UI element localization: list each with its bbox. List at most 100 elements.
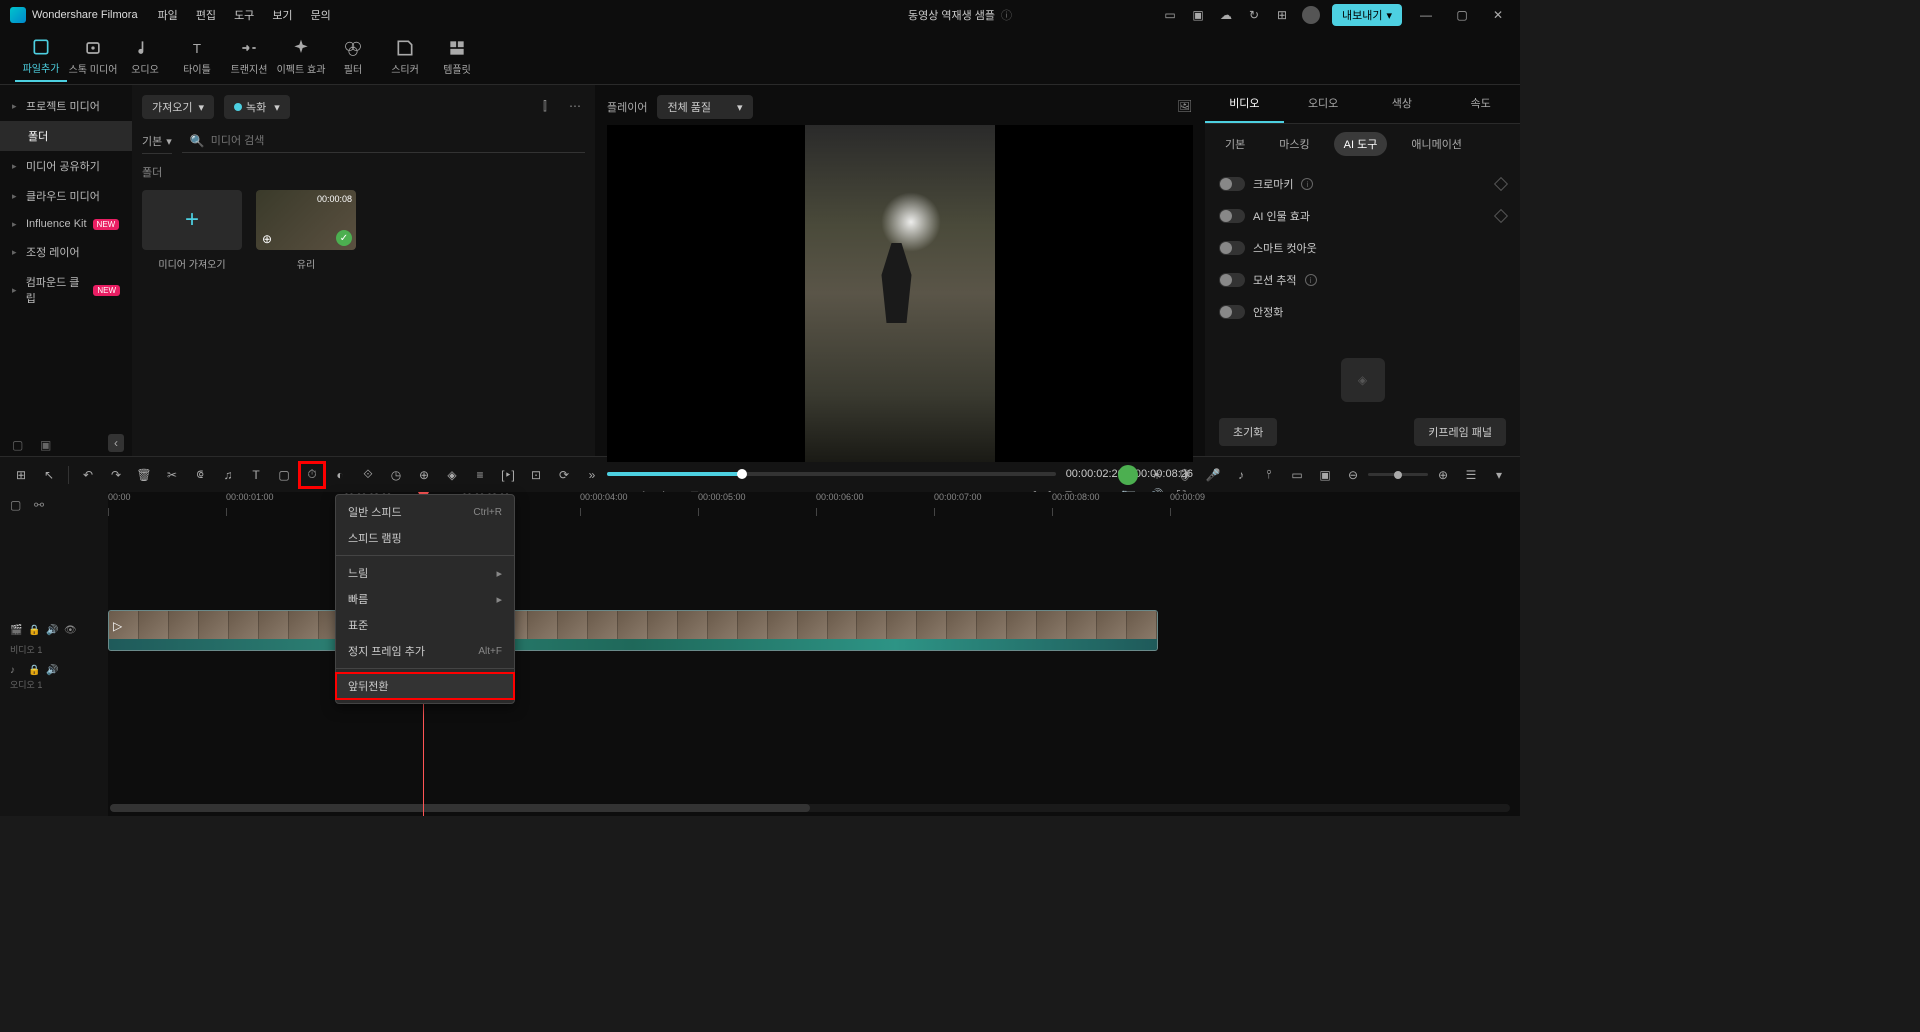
record-indicator[interactable] bbox=[1118, 465, 1138, 485]
collapse-sidebar[interactable]: ‹ bbox=[108, 434, 124, 452]
playback-scrubber[interactable] bbox=[607, 472, 1056, 476]
toggle-stabilize[interactable] bbox=[1219, 305, 1245, 319]
cut-icon[interactable]: ✂ bbox=[163, 466, 181, 484]
crop-icon[interactable]: ⟃ bbox=[191, 466, 209, 484]
delete-icon[interactable]: 🗑 bbox=[135, 466, 153, 484]
subtab-basic[interactable]: 기본 bbox=[1215, 132, 1255, 156]
lock-icon[interactable]: 🔒 bbox=[28, 665, 40, 677]
sun-icon[interactable]: ☀ bbox=[1148, 466, 1166, 484]
media-clip-tile[interactable]: 00:00:08 ⊕ ✓ 유리 bbox=[256, 190, 356, 271]
insp-tab-color[interactable]: 색상 bbox=[1363, 85, 1442, 123]
search-input[interactable]: 🔍 bbox=[182, 130, 585, 153]
toggle-ai-portrait[interactable] bbox=[1219, 209, 1245, 223]
redo-icon[interactable]: ↷ bbox=[107, 466, 125, 484]
more-tools-icon[interactable]: » bbox=[583, 466, 601, 484]
ctx-reverse[interactable]: 앞뒤전환 bbox=[336, 673, 514, 699]
subtab-ai[interactable]: AI 도구 bbox=[1334, 132, 1388, 156]
menu-edit[interactable]: 편집 bbox=[196, 7, 216, 23]
info-icon[interactable]: i bbox=[1301, 178, 1313, 190]
layout-icon[interactable]: ▭ bbox=[1162, 7, 1178, 23]
tab-transitions[interactable]: 트랜지션 bbox=[223, 32, 275, 82]
mute-icon[interactable]: 🔊 bbox=[46, 625, 58, 637]
tag-icon[interactable]: ◈ bbox=[443, 466, 461, 484]
frame-icon[interactable]: ▢ bbox=[275, 466, 293, 484]
adjust-icon[interactable]: ⟐ bbox=[359, 466, 377, 484]
keyframe-diamond[interactable] bbox=[1494, 209, 1508, 223]
quality-dropdown[interactable]: 전체 품질▾ bbox=[657, 95, 752, 119]
audio-edit-icon[interactable]: ♫ bbox=[219, 466, 237, 484]
marker-icon[interactable]: [‣] bbox=[499, 466, 517, 484]
subtab-animation[interactable]: 애니메이션 bbox=[1401, 132, 1472, 156]
toggle-motion-track[interactable] bbox=[1219, 273, 1245, 287]
keyframe-diamond[interactable] bbox=[1494, 177, 1508, 191]
tab-effects[interactable]: 이펙트 효과 bbox=[275, 32, 327, 82]
grid-icon[interactable]: ⊞ bbox=[1274, 7, 1290, 23]
sidebar-compound[interactable]: ▸컴파운드 클립NEW bbox=[0, 267, 132, 313]
media-import-tile[interactable]: + 미디어 가져오기 bbox=[142, 190, 242, 271]
sidebar-project-media[interactable]: ▸프로젝트 미디어 bbox=[0, 91, 132, 121]
list-icon[interactable]: ☰ bbox=[1462, 466, 1480, 484]
sidebar-influence[interactable]: ▸Influence KitNEW bbox=[0, 211, 132, 237]
speed-icon[interactable]: ⏱ bbox=[303, 466, 321, 484]
avatar[interactable] bbox=[1302, 6, 1320, 24]
mixer-icon[interactable]: ⫯ bbox=[1260, 466, 1278, 484]
tab-stock[interactable]: 스톡 미디어 bbox=[67, 32, 119, 82]
sidebar-adjust[interactable]: ▸조정 레이어 bbox=[0, 237, 132, 267]
eye-icon[interactable]: 👁 bbox=[64, 625, 76, 637]
ctx-slow[interactable]: 느림▸ bbox=[336, 560, 514, 586]
video-clip[interactable]: ▷ bbox=[108, 610, 1158, 651]
insp-tab-video[interactable]: 비디오 bbox=[1205, 85, 1284, 123]
toggle-smart-cutout[interactable] bbox=[1219, 241, 1245, 255]
menu-help[interactable]: 문의 bbox=[311, 7, 331, 23]
lock-icon[interactable]: 🔒 bbox=[28, 625, 40, 637]
timeline-ruler[interactable]: 00:00 00:00:01:00 00:00:02:00 00:00:03:0… bbox=[108, 492, 1520, 518]
new-folder-icon[interactable]: ▢ bbox=[12, 438, 26, 452]
track-icon[interactable]: ≡ bbox=[471, 466, 489, 484]
ctx-normal-speed[interactable]: 일반 스피드Ctrl+R bbox=[336, 499, 514, 525]
tab-templates[interactable]: 템플릿 bbox=[431, 32, 483, 82]
ctx-normal[interactable]: 표준 bbox=[336, 612, 514, 638]
sidebar-folder[interactable]: 폴더 bbox=[0, 121, 132, 151]
ctx-speed-ramping[interactable]: 스피드 램핑 bbox=[336, 525, 514, 551]
menu-file[interactable]: 파일 bbox=[158, 7, 178, 23]
timeline-layout-icon[interactable]: ▢ bbox=[10, 498, 24, 512]
filter-icon[interactable]: ⫿ bbox=[543, 99, 559, 115]
maximize-button[interactable]: ▢ bbox=[1450, 5, 1474, 25]
color-icon[interactable]: ◐ bbox=[331, 466, 349, 484]
timer-icon[interactable]: ◷ bbox=[387, 466, 405, 484]
image-icon[interactable]: ▣ bbox=[1190, 7, 1206, 23]
tab-audio[interactable]: 오디오 bbox=[119, 32, 171, 82]
link-tracks-icon[interactable]: ⚯ bbox=[34, 498, 48, 512]
timeline-content[interactable]: 00:00 00:00:01:00 00:00:02:00 00:00:03:0… bbox=[108, 492, 1520, 816]
render-icon[interactable]: ⟳ bbox=[555, 466, 573, 484]
select-tool-icon[interactable]: ⊞ bbox=[12, 466, 30, 484]
tab-titles[interactable]: T타이틀 bbox=[171, 32, 223, 82]
tab-filters[interactable]: 필터 bbox=[327, 32, 379, 82]
ctx-fast[interactable]: 빠름▸ bbox=[336, 586, 514, 612]
info-icon[interactable]: i bbox=[1305, 274, 1317, 286]
link-icon[interactable]: ⊡ bbox=[527, 466, 545, 484]
minimize-button[interactable]: — bbox=[1414, 5, 1438, 25]
expand-icon[interactable]: ⊕ bbox=[415, 466, 433, 484]
view-dropdown[interactable]: 기본▾ bbox=[142, 129, 172, 154]
ctx-freeze-frame[interactable]: 정지 프레임 추가Alt+F bbox=[336, 638, 514, 664]
cloud-icon[interactable]: ☁ bbox=[1218, 7, 1234, 23]
tab-import[interactable]: 파일추가 bbox=[15, 32, 67, 82]
undo-icon[interactable]: ↶ bbox=[79, 466, 97, 484]
insp-tab-audio[interactable]: 오디오 bbox=[1284, 85, 1363, 123]
menu-tools[interactable]: 도구 bbox=[234, 7, 254, 23]
timeline-scrollbar[interactable] bbox=[110, 804, 1510, 812]
shield-icon[interactable]: 🛡 bbox=[1176, 466, 1194, 484]
zoom-out-icon[interactable]: ⊖ bbox=[1344, 466, 1362, 484]
music-icon[interactable]: ♪ bbox=[1232, 466, 1250, 484]
add-to-timeline-icon[interactable]: ⊕ bbox=[260, 232, 274, 246]
sidebar-share[interactable]: ▸미디어 공유하기 bbox=[0, 151, 132, 181]
tab-stickers[interactable]: 스티커 bbox=[379, 32, 431, 82]
insp-tab-speed[interactable]: 속도 bbox=[1441, 85, 1520, 123]
zoom-in-icon[interactable]: ⊕ bbox=[1434, 466, 1452, 484]
snapshot-icon[interactable]: 🖼 bbox=[1177, 99, 1193, 115]
monitor-icon[interactable]: ▭ bbox=[1288, 466, 1306, 484]
history-icon[interactable]: ↻ bbox=[1246, 7, 1262, 23]
sidebar-cloud[interactable]: ▸클라우드 미디어 bbox=[0, 181, 132, 211]
reset-button[interactable]: 초기화 bbox=[1219, 418, 1277, 446]
